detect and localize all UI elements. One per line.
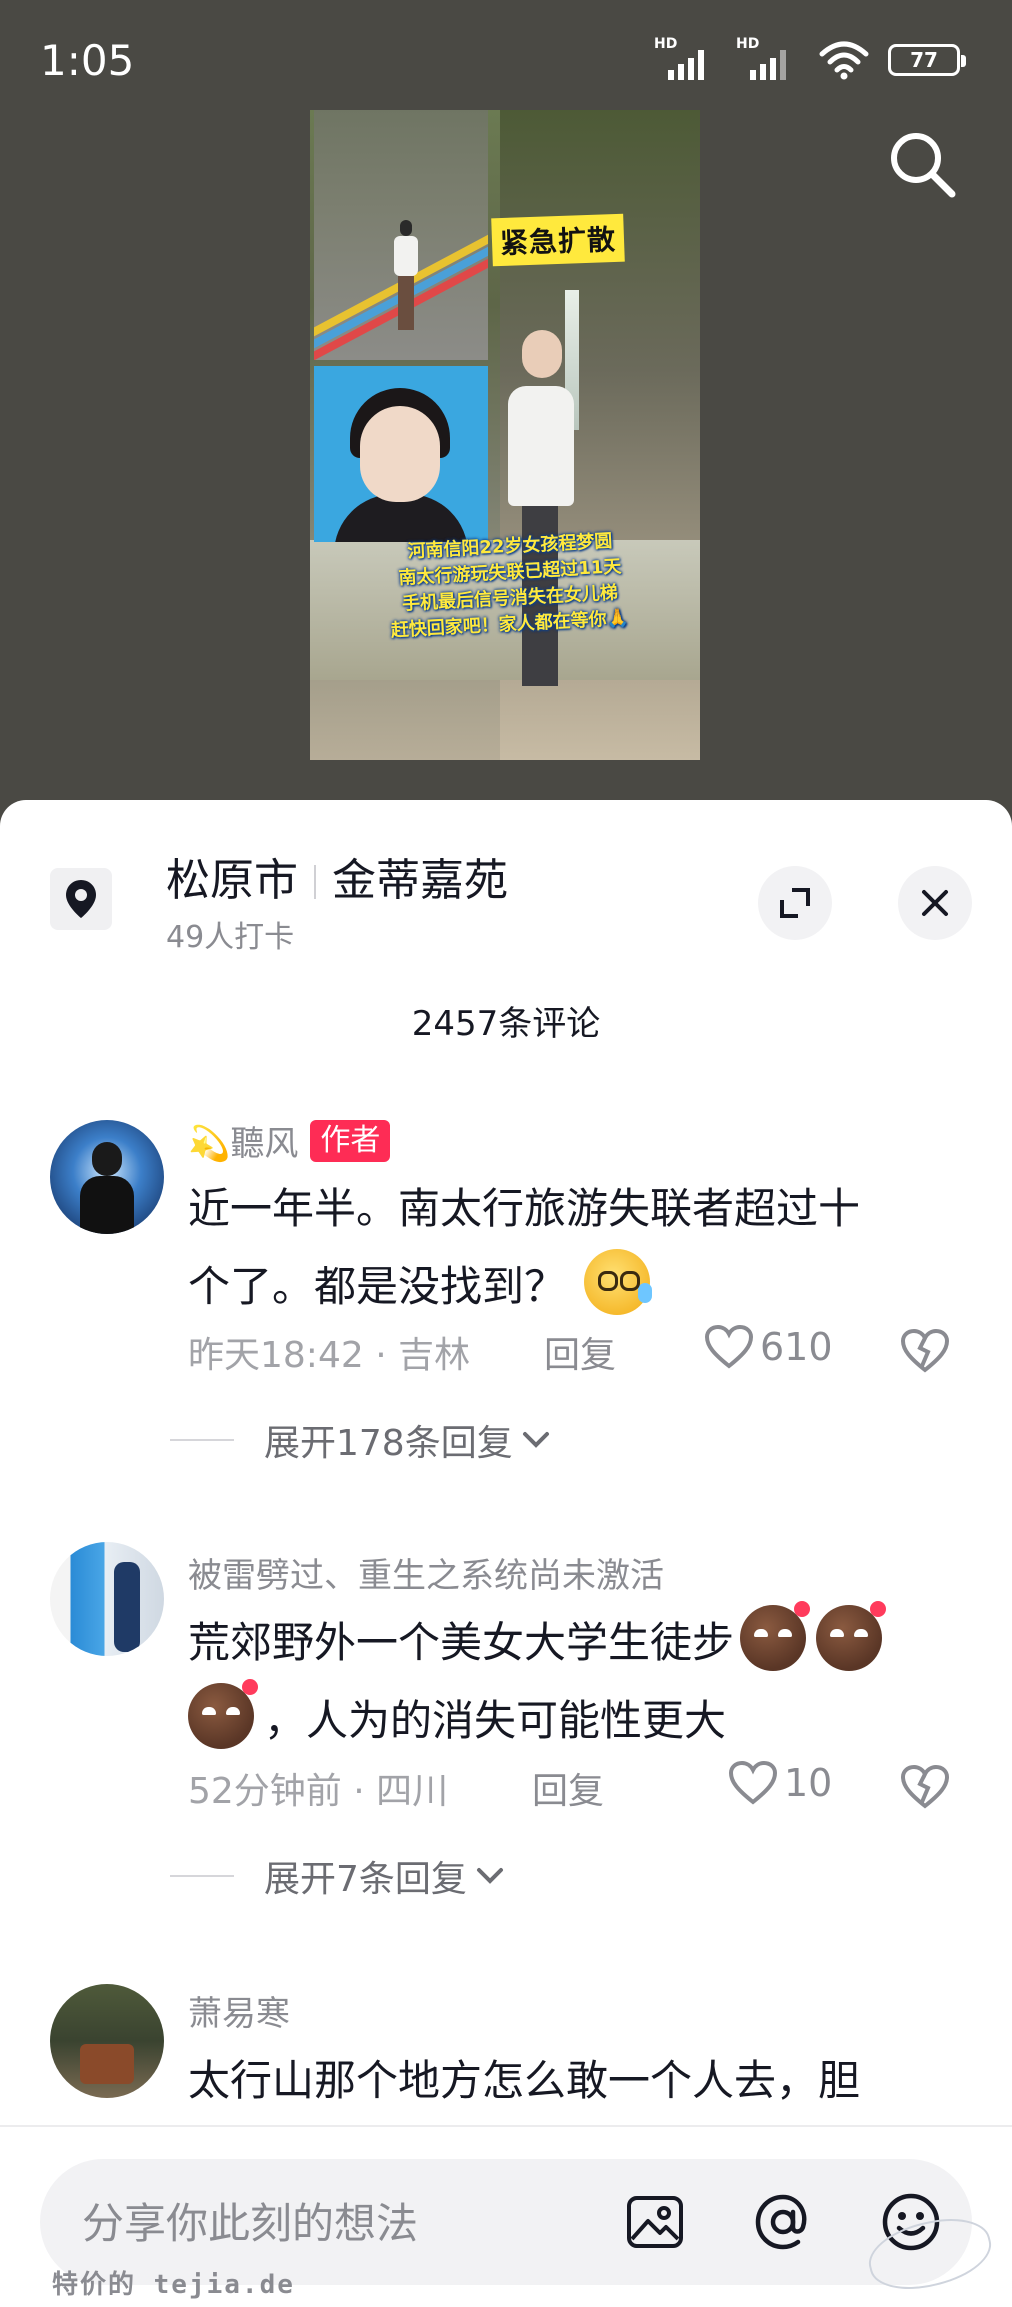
location-pin-icon[interactable] xyxy=(50,868,112,930)
comment-text[interactable]: 近一年半。南太行旅游失联者超过十 个了。都是没找到？ xyxy=(188,1170,948,1326)
status-icons: HD HD 77 xyxy=(654,36,966,80)
location-city: 松原市 xyxy=(166,855,298,906)
avatar[interactable] xyxy=(50,1542,164,1656)
avatar[interactable] xyxy=(50,1120,164,1234)
search-icon[interactable] xyxy=(884,126,960,202)
checkin-count: 49人打卡 xyxy=(166,920,295,955)
battery-icon: 77 xyxy=(888,44,966,76)
like-count: 610 xyxy=(760,1325,833,1369)
close-icon xyxy=(922,890,948,916)
video-poster[interactable]: 紧急扩散 河南信阳22岁女孩程梦圆 南太行游玩失联已超过11天 手机最后信号消失… xyxy=(310,110,700,760)
location-place: 金蒂嘉苑 xyxy=(332,855,508,906)
expand-replies-button[interactable]: 展开178条回复 xyxy=(170,1414,551,1466)
heart-icon xyxy=(704,1324,754,1369)
signal-2-icon: HD xyxy=(736,36,800,80)
smirk-emoji xyxy=(188,1679,258,1749)
status-bar: 1:05 HD HD 77 xyxy=(0,0,1012,120)
chevron-down-icon xyxy=(522,1432,549,1448)
expand-icon xyxy=(780,888,810,918)
comment-username[interactable]: 被雷劈过、重生之系统尚未激活 xyxy=(188,1548,664,1597)
comment-sheet: 松原市 金蒂嘉苑 49人打卡 2457条评论 💫聽风 作者 近一年半。南太行旅游失… xyxy=(0,800,1012,2305)
smirk-emoji xyxy=(816,1601,887,1671)
avatar[interactable] xyxy=(50,1984,164,2098)
image-icon[interactable] xyxy=(620,2187,690,2257)
location-name[interactable]: 松原市 金蒂嘉苑 xyxy=(166,844,508,908)
heart-icon xyxy=(728,1760,778,1805)
status-time: 1:05 xyxy=(40,36,135,85)
poster-banner: 紧急扩散 xyxy=(491,213,625,267)
smirk-emoji xyxy=(740,1601,811,1671)
author-badge: 作者 xyxy=(310,1119,391,1162)
comment-count: 2457条评论 xyxy=(411,1004,601,1044)
chevron-down-icon xyxy=(476,1868,503,1884)
like-button[interactable]: 610 xyxy=(704,1324,833,1370)
expand-button[interactable] xyxy=(758,866,832,940)
wifi-icon xyxy=(819,41,869,80)
location-divider xyxy=(314,865,316,899)
expand-replies-button[interactable]: 展开7条回复 xyxy=(170,1850,505,1902)
dislike-icon[interactable] xyxy=(900,1326,950,1376)
poster-captions: 河南信阳22岁女孩程梦圆 南太行游玩失联已超过11天 手机最后信号消失在女儿梯 … xyxy=(330,531,690,642)
like-button[interactable]: 10 xyxy=(728,1760,832,1806)
comment-username[interactable]: 💫聽风 作者 xyxy=(188,1116,391,1165)
dislike-icon[interactable] xyxy=(900,1762,950,1812)
comment-text[interactable]: 荒郊野外一个美女大学生徒步 ，人为的消失可能性更大 xyxy=(188,1601,948,1760)
like-count: 10 xyxy=(784,1761,833,1805)
reply-button[interactable]: 回复 xyxy=(532,1762,604,1814)
comment-username[interactable]: 萧易寒 xyxy=(188,1986,290,2035)
mention-icon[interactable] xyxy=(748,2187,818,2257)
comment-input[interactable] xyxy=(80,2187,604,2259)
close-button[interactable] xyxy=(898,866,972,940)
reply-button[interactable]: 回复 xyxy=(544,1326,616,1378)
comment-meta: 52分钟前 · 四川 xyxy=(188,1771,449,1812)
watermark: 特价的 tejia.de xyxy=(52,2270,295,2300)
sweat-smile-emoji xyxy=(584,1249,653,1315)
comment-meta: 昨天18:42 · 吉林 xyxy=(188,1335,471,1376)
comment-text[interactable]: 太行山那个地方怎么敢一个人去，胆 xyxy=(188,2042,948,2120)
person-photo xyxy=(500,330,580,710)
signal-1-icon: HD xyxy=(654,36,718,80)
id-photo xyxy=(314,366,488,542)
street-photo xyxy=(314,110,488,360)
